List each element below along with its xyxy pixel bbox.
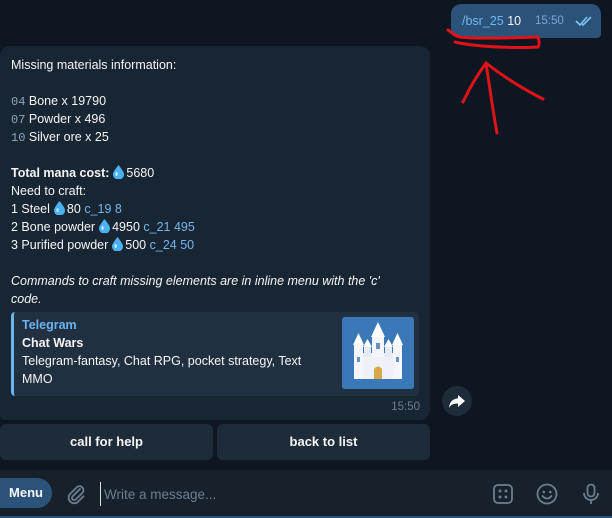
material-code: 07 xyxy=(11,113,26,127)
bot-commands-icon[interactable] xyxy=(491,482,515,506)
craft-text: 2 Bone powder xyxy=(11,220,96,234)
material-text: Bone x 19790 xyxy=(28,94,107,108)
mana-line: Total mana cost: 5680 xyxy=(11,164,419,182)
material-line: 10 Silver ore x 25 xyxy=(11,128,419,146)
incoming-time: 15:50 xyxy=(391,401,420,413)
outgoing-message[interactable]: /bsr_25 10 15:50 xyxy=(451,4,601,38)
forward-button[interactable] xyxy=(442,386,472,416)
note-text: Commands to craft missing elements are i… xyxy=(11,274,380,288)
command-link[interactable]: /bsr_25 xyxy=(462,14,504,28)
droplet-icon xyxy=(112,237,124,251)
material-line: 07 Powder x 496 xyxy=(11,110,419,128)
material-text: Powder x 496 xyxy=(28,112,106,126)
call-for-help-button[interactable]: call for help xyxy=(0,424,213,460)
craft-mana: 80 xyxy=(66,202,81,216)
menu-button[interactable]: Menu xyxy=(0,478,52,508)
material-code: 10 xyxy=(11,131,26,145)
craft-command-link[interactable]: c_24 50 xyxy=(150,238,194,252)
material-text: Silver ore x 25 xyxy=(28,130,109,144)
chat-area: /bsr_25 10 15:50 Missing materials infor… xyxy=(0,0,612,470)
craft-text: 1 Steel xyxy=(11,202,50,216)
mana-label: Total mana cost: xyxy=(11,166,110,180)
castle-thumbnail xyxy=(342,317,414,389)
microphone-icon[interactable] xyxy=(579,482,603,506)
mana-value: 5680 xyxy=(126,166,155,180)
craft-mana: 4950 xyxy=(112,220,140,234)
craft-line: 2 Bone powder 4950 c_21 495 xyxy=(11,218,419,236)
link-preview[interactable]: Telegram Chat Wars Telegram-fantasy, Cha… xyxy=(11,312,419,396)
droplet-icon xyxy=(99,219,111,233)
craft-line: 1 Steel 80 c_19 8 xyxy=(11,200,419,218)
material-line: 04 Bone x 19790 xyxy=(11,92,419,110)
paperclip-icon[interactable] xyxy=(64,482,88,506)
message-input[interactable] xyxy=(100,482,480,506)
command-arg: 10 xyxy=(507,14,522,28)
material-code: 04 xyxy=(11,95,26,109)
droplet-icon xyxy=(113,165,125,179)
emoji-icon[interactable] xyxy=(535,482,559,506)
double-check-icon xyxy=(575,16,592,27)
back-to-list-button[interactable]: back to list xyxy=(217,424,430,460)
incoming-message: Missing materials information: 04 Bone x… xyxy=(0,46,430,420)
craft-mana: 500 xyxy=(125,238,147,252)
message-composer: Menu xyxy=(0,470,612,518)
message-header: Missing materials information: xyxy=(11,58,177,72)
droplet-icon xyxy=(53,201,65,215)
craft-text: 3 Purified powder xyxy=(11,238,109,252)
preview-description: Telegram-fantasy, Chat RPG, pocket strat… xyxy=(22,354,302,386)
need-label: Need to craft: xyxy=(11,184,87,198)
craft-line: 3 Purified powder 500 c_24 50 xyxy=(11,236,419,254)
craft-command-link[interactable]: c_19 8 xyxy=(84,202,122,216)
craft-command-link[interactable]: c_21 495 xyxy=(143,220,194,234)
forward-arrow-icon xyxy=(449,395,465,408)
outgoing-time: 15:50 xyxy=(535,15,564,27)
note-text: code. xyxy=(11,292,42,306)
